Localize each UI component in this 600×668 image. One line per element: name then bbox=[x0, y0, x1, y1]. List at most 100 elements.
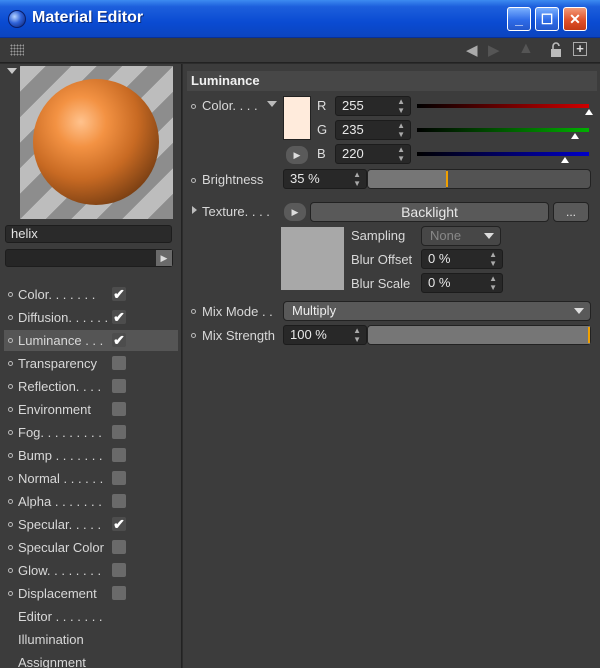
blur-offset-input[interactable]: 0 % ▲ ▼ bbox=[421, 249, 503, 269]
channel-checkbox[interactable] bbox=[112, 563, 126, 577]
channel-checkbox[interactable] bbox=[112, 356, 126, 370]
texture-browse-button[interactable]: ... bbox=[553, 202, 589, 222]
channel-label: Color. . . . . . . bbox=[18, 287, 96, 302]
mix-strength-slider[interactable] bbox=[367, 325, 591, 345]
channel-label: Illumination bbox=[18, 632, 84, 647]
g-input[interactable]: 235 ▲ ▼ bbox=[335, 120, 411, 140]
checkmark-icon: ✔ bbox=[113, 309, 125, 325]
play-arrow-icon[interactable]: ▶ bbox=[156, 250, 172, 266]
b-gradient-track[interactable] bbox=[417, 152, 589, 156]
brightness-slider-marker[interactable] bbox=[445, 171, 448, 187]
channel-item[interactable]: Transparency bbox=[4, 353, 178, 374]
dropdown-caret-icon bbox=[484, 233, 494, 239]
channel-item[interactable]: Alpha . . . . . . . bbox=[4, 491, 178, 512]
maximize-button[interactable]: ☐ bbox=[535, 7, 559, 31]
r-input[interactable]: 255 ▲ ▼ bbox=[335, 96, 411, 116]
channel-param-dot bbox=[8, 430, 13, 435]
channel-item[interactable]: Luminance . . . ✔ bbox=[4, 330, 178, 351]
mix-mode-param-dot[interactable] bbox=[191, 309, 196, 314]
mix-strength-value: 100 % bbox=[290, 327, 327, 342]
texture-menu-button[interactable]: ▶ bbox=[284, 203, 306, 221]
brightness-slider[interactable] bbox=[367, 169, 591, 189]
channel-item[interactable]: Fog. . . . . . . . . bbox=[4, 422, 178, 443]
channel-item[interactable]: Environment bbox=[4, 399, 178, 420]
g-value: 235 bbox=[342, 122, 364, 137]
b-value: 220 bbox=[342, 146, 364, 161]
channel-checkbox[interactable] bbox=[112, 402, 126, 416]
channel-item[interactable]: Glow. . . . . . . . bbox=[4, 560, 178, 581]
channel-item[interactable]: Displacement bbox=[4, 583, 178, 604]
channel-label: Diffusion. . . . . . bbox=[18, 310, 109, 325]
channel-checkbox[interactable] bbox=[112, 471, 126, 485]
channel-item[interactable]: Assignment bbox=[4, 652, 178, 668]
channel-item[interactable]: Color. . . . . . . ✔ bbox=[4, 284, 178, 305]
channel-checkbox[interactable]: ✔ bbox=[112, 517, 126, 531]
channel-checkbox[interactable] bbox=[112, 379, 126, 393]
g-gradient-track[interactable] bbox=[417, 128, 589, 132]
b-input[interactable]: 220 ▲ ▼ bbox=[335, 144, 411, 164]
brightness-input[interactable]: 35 % ▲ ▼ bbox=[283, 169, 367, 189]
sampling-dropdown[interactable]: None bbox=[421, 226, 501, 246]
color-param-dot[interactable] bbox=[191, 104, 196, 109]
brightness-param-dot[interactable] bbox=[191, 178, 196, 183]
new-window-icon[interactable]: + bbox=[573, 42, 587, 56]
texture-label: Texture. . . . bbox=[202, 204, 270, 219]
channel-label: Editor . . . . . . . bbox=[18, 609, 103, 624]
texture-name-button[interactable]: Backlight bbox=[310, 202, 549, 222]
channel-item[interactable]: Specular Color bbox=[4, 537, 178, 558]
color-expand-button[interactable]: ▶ bbox=[286, 146, 308, 164]
channel-item[interactable]: Illumination bbox=[4, 629, 178, 650]
horizontal-scrollbar[interactable]: ▶ bbox=[5, 249, 173, 267]
mix-strength-param-dot[interactable] bbox=[191, 333, 196, 338]
channel-item[interactable]: Diffusion. . . . . . ✔ bbox=[4, 307, 178, 328]
mix-mode-dropdown[interactable]: Multiply bbox=[283, 301, 591, 321]
close-icon: ✕ bbox=[569, 11, 581, 27]
material-name-field[interactable]: helix bbox=[5, 225, 172, 243]
channel-item[interactable]: Specular. . . . . ✔ bbox=[4, 514, 178, 535]
preview-menu-arrow-icon[interactable] bbox=[7, 68, 17, 74]
checkmark-icon: ✔ bbox=[113, 516, 125, 532]
b-slider-marker[interactable] bbox=[560, 157, 569, 163]
channel-checkbox[interactable] bbox=[112, 540, 126, 554]
channel-label: Reflection. . . . bbox=[18, 379, 102, 394]
channel-item[interactable]: Reflection. . . . bbox=[4, 376, 178, 397]
channel-label: Luminance . . . bbox=[18, 333, 104, 348]
grid-icon[interactable] bbox=[10, 44, 24, 56]
blur-scale-input[interactable]: 0 % ▲ ▼ bbox=[421, 273, 503, 293]
b-label: B bbox=[317, 146, 326, 161]
channel-label: Specular. . . . . bbox=[18, 517, 102, 532]
blur-scale-value: 0 % bbox=[428, 275, 451, 290]
color-label: Color. . . . bbox=[202, 98, 258, 113]
forward-arrow-icon[interactable]: ▶ bbox=[488, 41, 500, 59]
color-mode-caret-icon[interactable] bbox=[267, 101, 277, 107]
preview-sphere bbox=[33, 79, 159, 205]
channel-checkbox[interactable] bbox=[112, 586, 126, 600]
channel-checkbox[interactable]: ✔ bbox=[112, 287, 126, 301]
mix-strength-slider-marker[interactable] bbox=[588, 327, 590, 343]
texture-expand-icon[interactable] bbox=[192, 206, 197, 214]
r-gradient-track[interactable] bbox=[417, 104, 589, 108]
channel-checkbox[interactable] bbox=[112, 425, 126, 439]
lock-icon[interactable] bbox=[550, 42, 562, 58]
channel-checkbox[interactable] bbox=[112, 494, 126, 508]
material-preview[interactable] bbox=[20, 66, 173, 219]
texture-preview[interactable] bbox=[281, 227, 344, 290]
channel-checkbox[interactable]: ✔ bbox=[112, 333, 126, 347]
channel-item[interactable]: Bump . . . . . . . bbox=[4, 445, 178, 466]
channel-checkbox[interactable]: ✔ bbox=[112, 310, 126, 324]
channel-item[interactable]: Editor . . . . . . . bbox=[4, 606, 178, 627]
g-slider-marker[interactable] bbox=[571, 133, 580, 139]
channel-param-dot bbox=[8, 545, 13, 550]
r-slider-marker[interactable] bbox=[585, 109, 593, 115]
mix-strength-input[interactable]: 100 % ▲ ▼ bbox=[283, 325, 367, 345]
channel-param-dot bbox=[8, 315, 13, 320]
back-arrow-icon[interactable]: ◀ bbox=[466, 41, 478, 59]
up-arrow-icon[interactable]: ▲ bbox=[518, 40, 534, 58]
minimize-button[interactable]: _ bbox=[507, 7, 531, 31]
channel-label: Environment bbox=[18, 402, 91, 417]
close-button[interactable]: ✕ bbox=[563, 7, 587, 31]
title-bar[interactable]: Material Editor _ ☐ ✕ bbox=[0, 0, 600, 38]
color-swatch[interactable] bbox=[283, 96, 311, 140]
channel-item[interactable]: Normal . . . . . . bbox=[4, 468, 178, 489]
channel-checkbox[interactable] bbox=[112, 448, 126, 462]
